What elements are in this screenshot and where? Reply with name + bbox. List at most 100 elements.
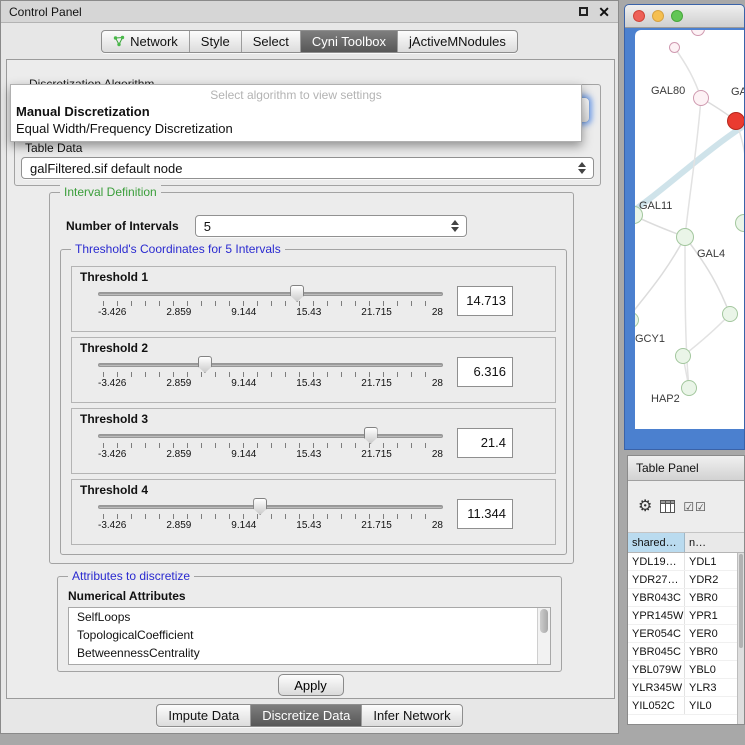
threshold-2-slider[interactable]: -3.426 2.859 9.144 15.43 21.715 28 [98, 356, 443, 392]
network-node[interactable] [722, 306, 738, 322]
slider-thumb[interactable] [198, 356, 212, 373]
cell[interactable]: YDR2 [685, 571, 744, 588]
top-tab-segments: Network Style Select Cyni Toolbox jActiv… [101, 30, 518, 53]
cell[interactable]: YDL19… [628, 553, 685, 570]
threshold-1-value-field[interactable]: 14.713 [457, 286, 513, 316]
column-header-shared-name[interactable]: shared… [628, 533, 685, 552]
close-traffic-light[interactable] [633, 10, 645, 22]
table-data-value: galFiltered.sif default node [30, 161, 575, 176]
tab-select-label: Select [253, 34, 289, 49]
tab-infer-network[interactable]: Infer Network [361, 705, 461, 726]
threshold-4-panel: Threshold 4 -3.426 2.859 9.144 15.43 [71, 479, 556, 545]
tick-label: -3.426 [98, 520, 126, 531]
slider-thumb[interactable] [253, 498, 267, 515]
column-header-name[interactable]: n… [685, 533, 744, 552]
tab-discretize-data[interactable]: Discretize Data [250, 705, 361, 726]
tab-impute-data[interactable]: Impute Data [157, 705, 250, 726]
cell[interactable]: YPR1 [685, 607, 744, 624]
popup-item-equal-width-frequency[interactable]: Equal Width/Frequency Discretization [11, 120, 581, 137]
cell[interactable]: YER054C [628, 625, 685, 642]
control-panel-titlebar[interactable]: Control Panel ✕ [1, 1, 618, 23]
cell[interactable]: YIL052C [628, 697, 685, 714]
network-node[interactable] [669, 42, 680, 53]
network-node-selected-red[interactable] [727, 112, 744, 130]
table-row[interactable]: YER054CYER0 [628, 625, 744, 643]
gear-icon[interactable]: ⚙ [638, 499, 652, 515]
number-of-intervals-combobox[interactable]: 5 [195, 215, 467, 237]
table-row[interactable]: YLR345WYLR3 [628, 679, 744, 697]
tab-network[interactable]: Network [102, 31, 189, 52]
popup-item-manual-discretization[interactable]: Manual Discretization [11, 103, 581, 120]
threshold-3-value-field[interactable]: 21.4 [457, 428, 513, 458]
cell[interactable]: YBR045C [628, 643, 685, 660]
network-canvas[interactable]: GAL80 GA GAL11 GAL4 GCY1 HAP2 [635, 30, 744, 429]
table-row[interactable]: YBR043CYBR0 [628, 589, 744, 607]
tick-label: 2.859 [166, 520, 191, 531]
cell[interactable]: YLR3 [685, 679, 744, 696]
network-node-hap2[interactable] [681, 380, 697, 396]
slider-track[interactable] [98, 434, 443, 438]
threshold-1-label: Threshold 1 [80, 270, 547, 285]
scrollbar-thumb[interactable] [540, 609, 548, 633]
tick-label: -3.426 [98, 378, 126, 389]
cell[interactable]: YLR345W [628, 679, 685, 696]
cell[interactable]: YBL079W [628, 661, 685, 678]
scrollbar-thumb[interactable] [739, 554, 743, 648]
list-item[interactable]: TopologicalCoefficient [69, 626, 550, 644]
algorithm-dropdown-popup: Select algorithm to view settings Manual… [10, 84, 582, 142]
tick-label: 15.43 [296, 520, 321, 531]
slider-tick-labels: -3.426 2.859 9.144 15.43 21.715 28 [98, 449, 443, 460]
slider-track[interactable] [98, 292, 443, 296]
numerical-attributes-list[interactable]: SelfLoops TopologicalCoefficient Between… [68, 607, 551, 665]
tab-style[interactable]: Style [189, 31, 241, 52]
cell[interactable]: YDL1 [685, 553, 744, 570]
apply-button[interactable]: Apply [278, 674, 344, 696]
table-panel-titlebar[interactable]: Table Panel [628, 456, 744, 481]
network-window-titlebar[interactable] [625, 5, 744, 28]
list-item[interactable]: SelfLoops [69, 608, 550, 626]
tick-label: 15.43 [296, 378, 321, 389]
threshold-2-panel: Threshold 2 -3.426 2.859 9.144 15.43 [71, 337, 556, 403]
slider-thumb[interactable] [364, 427, 378, 444]
list-item[interactable]: BetweennessCentrality [69, 644, 550, 662]
cell[interactable]: YBR043C [628, 589, 685, 606]
threshold-2-value-field[interactable]: 6.316 [457, 357, 513, 387]
cell[interactable]: YPR145W [628, 607, 685, 624]
list-scrollbar[interactable] [537, 608, 550, 664]
tab-select[interactable]: Select [241, 31, 300, 52]
float-window-icon[interactable] [579, 7, 588, 16]
cell[interactable]: YBR0 [685, 643, 744, 660]
cell[interactable]: YBR0 [685, 589, 744, 606]
network-node-gal80[interactable] [693, 90, 709, 106]
cell[interactable]: YBL0 [685, 661, 744, 678]
minimize-traffic-light[interactable] [652, 10, 664, 22]
slider-track[interactable] [98, 363, 443, 367]
slider-track[interactable] [98, 505, 443, 509]
close-window-icon[interactable]: ✕ [598, 5, 610, 19]
tick-label: 28 [432, 307, 443, 318]
table-row[interactable]: YBL079WYBL0 [628, 661, 744, 679]
table-row[interactable]: YBR045CYBR0 [628, 643, 744, 661]
network-node[interactable] [675, 348, 691, 364]
select-rows-icons[interactable]: ☑☑ [683, 500, 707, 514]
threshold-1-slider[interactable]: -3.426 2.859 9.144 15.43 21.715 28 [98, 285, 443, 321]
threshold-4-slider[interactable]: -3.426 2.859 9.144 15.43 21.715 28 [98, 498, 443, 534]
zoom-traffic-light[interactable] [671, 10, 683, 22]
tick-label: 9.144 [231, 449, 256, 460]
table-data-combobox[interactable]: galFiltered.sif default node [21, 157, 594, 179]
table-scrollbar[interactable] [737, 553, 744, 724]
cell[interactable]: YER0 [685, 625, 744, 642]
table-row[interactable]: YPR145WYPR1 [628, 607, 744, 625]
slider-thumb[interactable] [290, 285, 304, 302]
cell[interactable]: YIL0 [685, 697, 744, 714]
tab-jactivemnodules[interactable]: jActiveMNodules [397, 31, 517, 52]
threshold-4-value-field[interactable]: 11.344 [457, 499, 513, 529]
cell[interactable]: YDR27… [628, 571, 685, 588]
threshold-3-slider[interactable]: -3.426 2.859 9.144 15.43 21.715 28 [98, 427, 443, 463]
columns-icon[interactable] [660, 500, 675, 513]
table-row[interactable]: YIL052CYIL0 [628, 697, 744, 715]
network-node-gal4[interactable] [676, 228, 694, 246]
table-row[interactable]: YDR27…YDR2 [628, 571, 744, 589]
tab-cyni-toolbox[interactable]: Cyni Toolbox [300, 31, 397, 52]
table-row[interactable]: YDL19…YDL1 [628, 553, 744, 571]
